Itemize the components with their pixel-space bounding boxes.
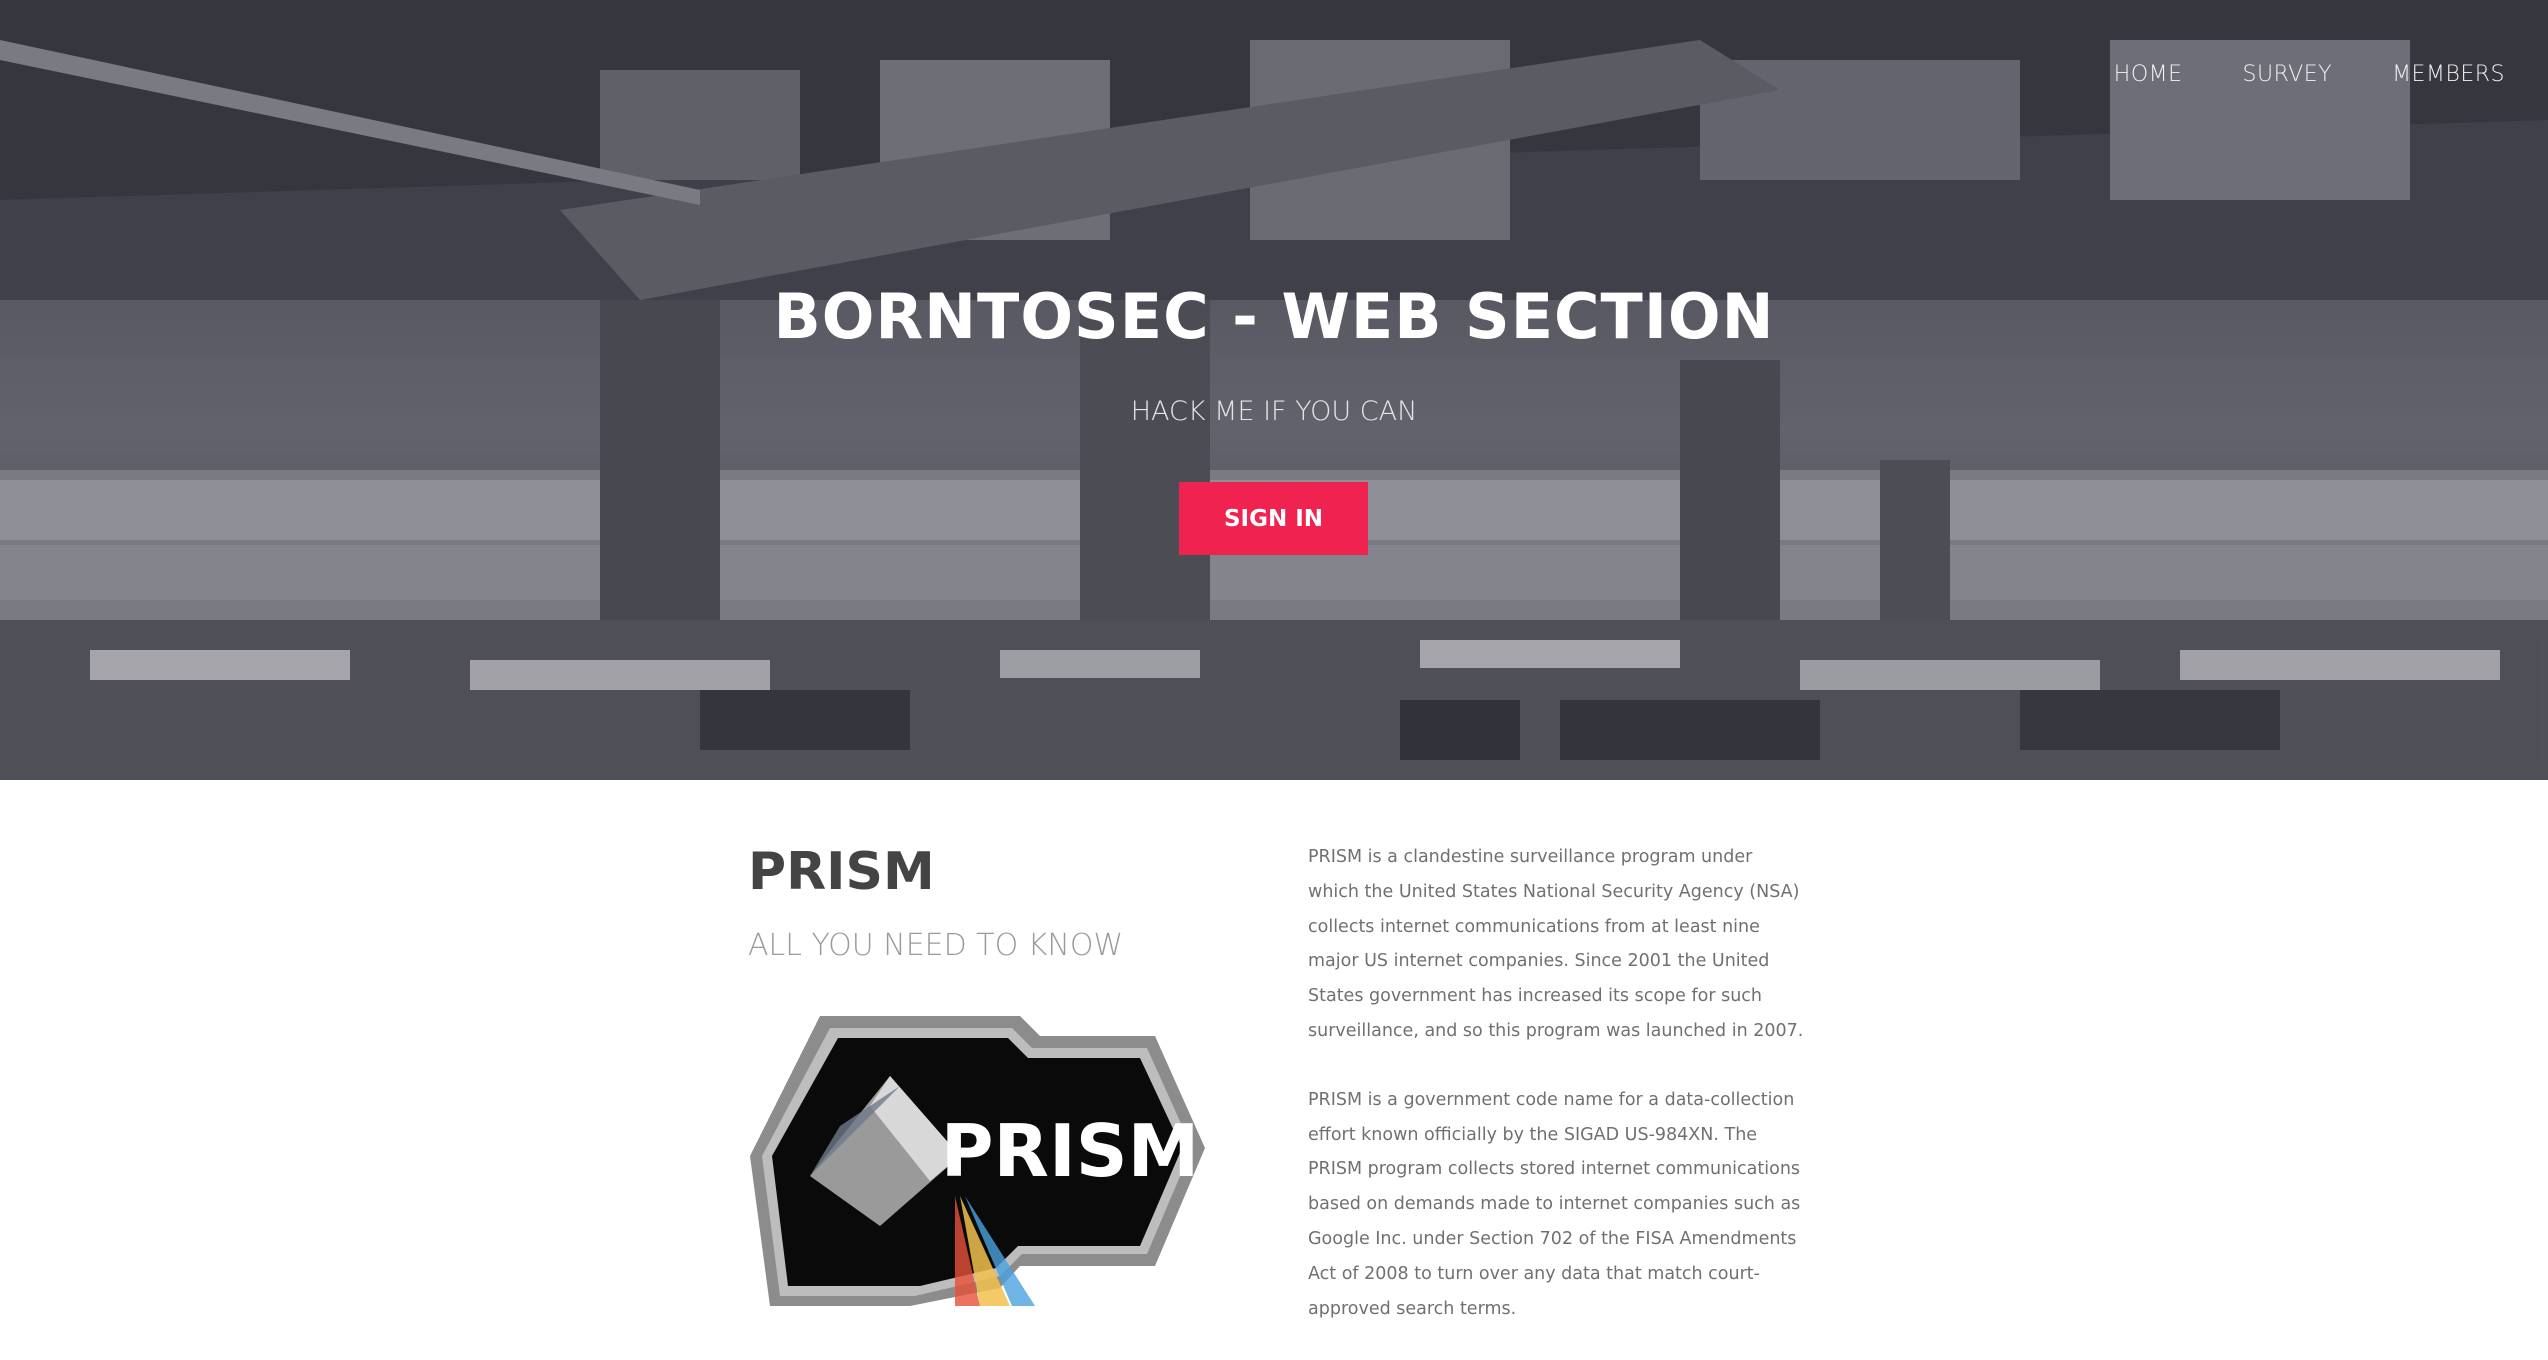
prism-logo-text: PRISM (941, 1109, 1200, 1193)
section-title: PRISM (748, 842, 935, 902)
description-paragraph-2: PRISM is a government code name for a da… (1308, 1089, 1801, 1319)
prism-logo-image: PRISM (750, 1016, 1205, 1306)
prism-section: PRISM ALL YOU NEED TO KNOW PRISM PRISM i… (0, 780, 2548, 1319)
nav-home-link[interactable]: HOME (2114, 62, 2183, 87)
nav-survey-link[interactable]: SURVEY (2243, 62, 2333, 87)
hero-overlay (0, 0, 2548, 780)
nav-members-link[interactable]: MEMBERS (2392, 62, 2505, 87)
top-nav: HOME SURVEY MEMBERS (2114, 62, 2505, 87)
description-paragraph-1: PRISM is a clandestine surveillance prog… (1308, 847, 1804, 1041)
section-subtitle: ALL YOU NEED TO KNOW (748, 928, 1124, 963)
hero-subtitle: HACK ME IF YOU CAN (1130, 396, 1418, 427)
prism-description: PRISM is a clandestine surveillance prog… (1308, 840, 1808, 1360)
hero-section: HOME SURVEY MEMBERS BORNTOSEC - WEB SECT… (0, 0, 2548, 780)
sign-in-button[interactable]: SIGN IN (1179, 482, 1368, 555)
hero-title: BORNTOSEC - WEB SECTION (773, 280, 1775, 353)
